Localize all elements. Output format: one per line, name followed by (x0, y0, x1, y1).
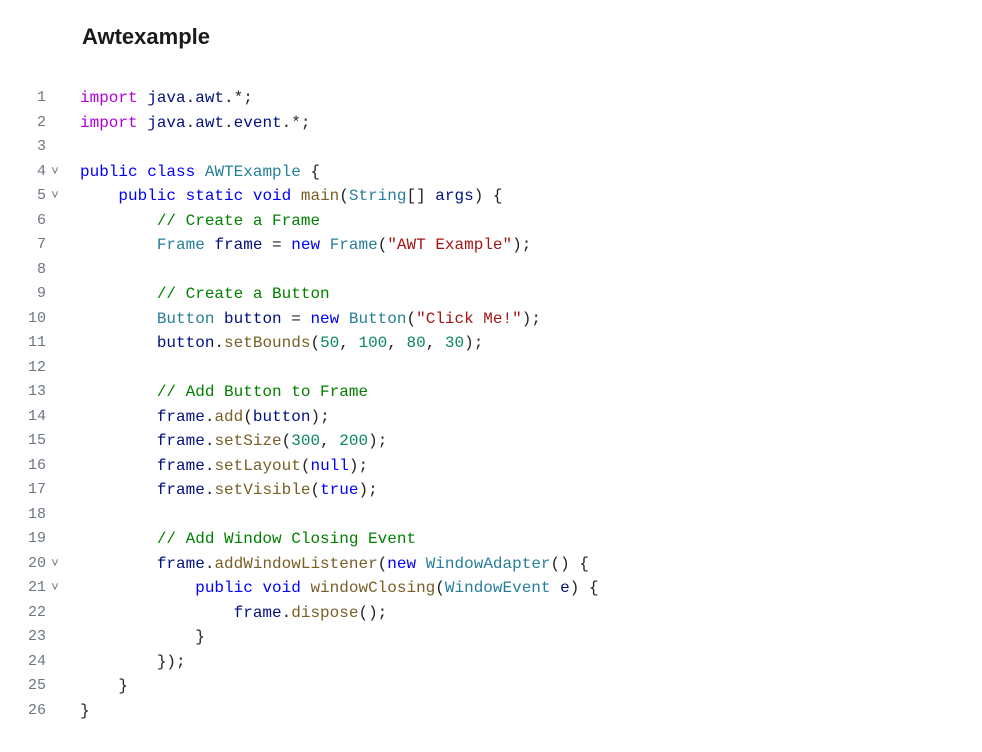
code-line[interactable]: 20˅ frame.addWindowListener(new WindowAd… (0, 552, 982, 577)
line-number: 1 (0, 86, 46, 111)
code-line[interactable]: 2 import java.awt.event.*; (0, 111, 982, 136)
line-number: 9 (0, 282, 46, 307)
code-content: frame.dispose(); (64, 601, 387, 626)
code-line[interactable]: 23 } (0, 625, 982, 650)
code-content: public class AWTExample { (64, 160, 320, 185)
line-number: 14 (0, 405, 46, 430)
line-number: 17 (0, 478, 46, 503)
code-content: }); (64, 650, 186, 675)
code-line[interactable]: 8 (0, 258, 982, 283)
code-content: public void windowClosing(WindowEvent e)… (64, 576, 599, 601)
line-number: 4 (0, 160, 46, 185)
line-number: 24 (0, 650, 46, 675)
line-number: 20 (0, 552, 46, 577)
code-content: button.setBounds(50, 100, 80, 30); (64, 331, 483, 356)
code-line[interactable]: 13 // Add Button to Frame (0, 380, 982, 405)
line-number: 12 (0, 356, 46, 381)
code-line[interactable]: 12 (0, 356, 982, 381)
fold-chevron-icon[interactable]: ˅ (46, 552, 64, 577)
line-number: 6 (0, 209, 46, 234)
line-number: 19 (0, 527, 46, 552)
code-line[interactable]: 22 frame.dispose(); (0, 601, 982, 626)
code-content: } (64, 674, 128, 699)
code-content: // Add Button to Frame (64, 380, 368, 405)
line-number: 2 (0, 111, 46, 136)
code-line[interactable]: 1 import java.awt.*; (0, 86, 982, 111)
code-line[interactable]: 6 // Create a Frame (0, 209, 982, 234)
code-line[interactable]: 21˅ public void windowClosing(WindowEven… (0, 576, 982, 601)
code-content: frame.setVisible(true); (64, 478, 378, 503)
line-number: 10 (0, 307, 46, 332)
code-content: } (64, 625, 205, 650)
code-content: frame.setLayout(null); (64, 454, 368, 479)
line-number: 5 (0, 184, 46, 209)
code-line[interactable]: 26} (0, 699, 982, 724)
code-line[interactable]: 19 // Add Window Closing Event (0, 527, 982, 552)
line-number: 11 (0, 331, 46, 356)
code-line[interactable]: 3 (0, 135, 982, 160)
line-number: 23 (0, 625, 46, 650)
code-line[interactable]: 14 frame.add(button); (0, 405, 982, 430)
code-content: // Create a Button (64, 282, 330, 307)
code-line[interactable]: 7 Frame frame = new Frame("AWT Example")… (0, 233, 982, 258)
code-line[interactable]: 11 button.setBounds(50, 100, 80, 30); (0, 331, 982, 356)
line-number: 13 (0, 380, 46, 405)
code-content: // Add Window Closing Event (64, 527, 416, 552)
code-editor[interactable]: 1 import java.awt.*; 2 import java.awt.even… (0, 50, 982, 723)
code-content: Frame frame = new Frame("AWT Example"); (64, 233, 531, 258)
line-number: 21 (0, 576, 46, 601)
code-line[interactable]: 10 Button button = new Button("Click Me!… (0, 307, 982, 332)
code-line[interactable]: 17 frame.setVisible(true); (0, 478, 982, 503)
line-number: 7 (0, 233, 46, 258)
code-line[interactable]: 5˅ public static void main(String[] args… (0, 184, 982, 209)
code-line[interactable]: 24 }); (0, 650, 982, 675)
code-content: // Create a Frame (64, 209, 320, 234)
line-number: 25 (0, 674, 46, 699)
line-number: 26 (0, 699, 46, 724)
line-number: 8 (0, 258, 46, 283)
fold-chevron-icon[interactable]: ˅ (46, 160, 64, 185)
code-content: frame.add(button); (64, 405, 330, 430)
code-line[interactable]: 16 frame.setLayout(null); (0, 454, 982, 479)
code-content: import java.awt.*; (64, 86, 253, 111)
line-number: 15 (0, 429, 46, 454)
code-content: frame.setSize(300, 200); (64, 429, 387, 454)
file-title: Awtexample (0, 0, 982, 50)
line-number: 22 (0, 601, 46, 626)
line-number: 3 (0, 135, 46, 160)
code-content: } (64, 699, 90, 724)
code-content: import java.awt.event.*; (64, 111, 310, 136)
code-line[interactable]: 18 (0, 503, 982, 528)
line-number: 16 (0, 454, 46, 479)
code-line[interactable]: 25 } (0, 674, 982, 699)
fold-chevron-icon[interactable]: ˅ (46, 184, 64, 209)
code-line[interactable]: 4˅public class AWTExample { (0, 160, 982, 185)
code-content: public static void main(String[] args) { (64, 184, 503, 209)
line-number: 18 (0, 503, 46, 528)
code-content: Button button = new Button("Click Me!"); (64, 307, 541, 332)
code-content: frame.addWindowListener(new WindowAdapte… (64, 552, 589, 577)
code-line[interactable]: 15 frame.setSize(300, 200); (0, 429, 982, 454)
fold-chevron-icon[interactable]: ˅ (46, 576, 64, 601)
code-line[interactable]: 9 // Create a Button (0, 282, 982, 307)
